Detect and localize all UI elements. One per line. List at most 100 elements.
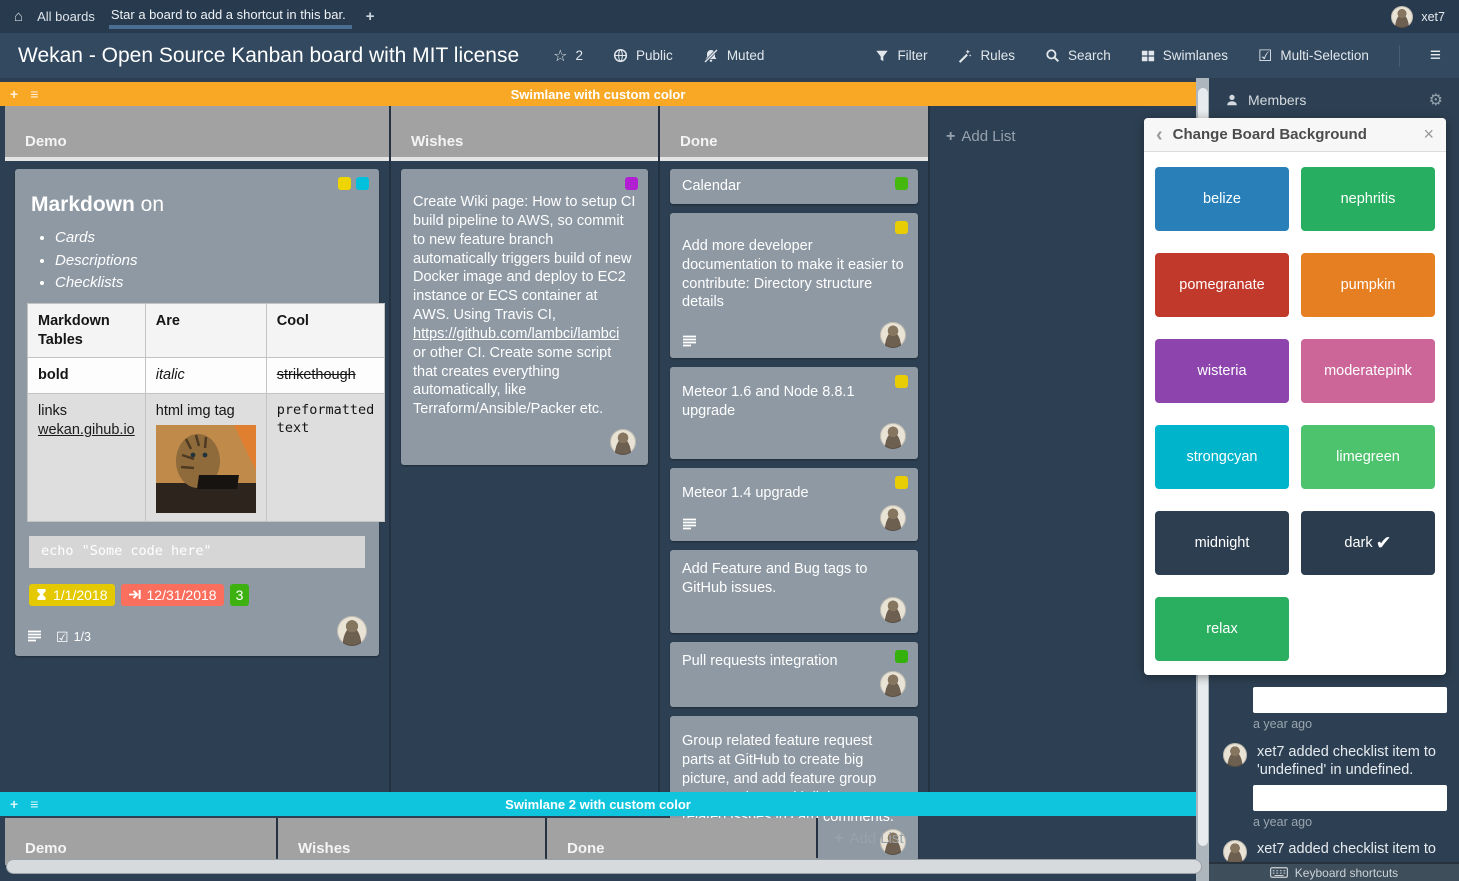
swimlanes-button[interactable]: Swimlanes (1141, 48, 1228, 63)
swatch-dark[interactable]: dark✔ (1301, 511, 1435, 575)
member-avatar[interactable] (337, 616, 367, 646)
card-label-chips (895, 476, 908, 489)
swatch-nephritis[interactable]: nephritis (1301, 167, 1435, 231)
list-done-2-header[interactable]: Done (547, 818, 816, 865)
cat-photo (156, 425, 256, 513)
list-done-2: Done (547, 818, 818, 858)
user-avatar[interactable] (1391, 6, 1413, 28)
filter-label: Filter (897, 48, 927, 63)
card-create-wiki[interactable]: Create Wiki page: How to setup CI build … (401, 169, 648, 465)
star-icon: ☆ (553, 46, 567, 66)
card-title: Add more developer documentation to make… (682, 237, 906, 312)
list-wishes-2-header[interactable]: Wishes (278, 818, 545, 865)
swimlane-1-title[interactable]: Swimlane with custom color (0, 87, 1196, 102)
label-chip-purple[interactable] (625, 177, 638, 190)
all-boards-link[interactable]: All boards (37, 9, 95, 24)
selected-check-icon: ✔ (1376, 532, 1392, 555)
swatch-strongcyan[interactable]: strongcyan (1155, 425, 1289, 489)
label-chip-green[interactable] (895, 650, 908, 663)
table-cell-italic: italic (145, 358, 266, 394)
checklist-badge: ☑ 1/3 (56, 628, 91, 646)
markdown-bullet-list: Cards Descriptions Checklists (27, 228, 367, 293)
activity-entry: xet7 added checklist item to (1223, 840, 1449, 864)
swatch-wisteria[interactable]: wisteria (1155, 339, 1289, 403)
card-label-chips (895, 221, 908, 234)
board-menu-icon[interactable]: ≡ (1430, 45, 1441, 67)
swatch-label: wisteria (1197, 363, 1246, 379)
sidebar-header: Members ⚙ (1209, 86, 1459, 114)
card-footer (413, 429, 636, 455)
list-wishes-2: Wishes (278, 818, 547, 858)
star-board-button[interactable]: ☆ 2 (553, 46, 583, 66)
card-markdown[interactable]: Markdown on Cards Descriptions Checklist… (15, 169, 379, 656)
card-title: Calendar (682, 178, 741, 194)
add-list-label: Add List (849, 830, 903, 847)
wekan-link[interactable]: wekan.gihub.io (38, 422, 135, 438)
swatch-belize[interactable]: belize (1155, 167, 1289, 231)
list-demo-header[interactable]: Demo (5, 106, 389, 161)
add-list-button-2[interactable]: +Add List (818, 818, 1196, 848)
card-meteor-14[interactable]: Meteor 1.4 upgrade (670, 468, 918, 541)
swimlane-2-title[interactable]: Swimlane 2 with custom color (0, 797, 1196, 812)
filter-icon (875, 49, 889, 63)
comment-input[interactable] (1253, 687, 1447, 713)
home-icon[interactable]: ⌂ (14, 8, 23, 25)
label-chip-green[interactable] (895, 177, 908, 190)
due-date-badge[interactable]: 12/31/2018 (121, 584, 224, 606)
start-date-badge[interactable]: 1/1/2018 (29, 584, 115, 606)
label-chip-yellow[interactable] (895, 476, 908, 489)
muted-button[interactable]: Muted (703, 48, 765, 64)
card-meteor-16[interactable]: Meteor 1.6 and Node 8.8.1 upgrade (670, 367, 918, 459)
card-github-tags[interactable]: Add Feature and Bug tags to GitHub issue… (670, 550, 918, 634)
lambci-link[interactable]: https://github.com/lambci/lambci (413, 326, 619, 342)
add-list-label: Add List (961, 128, 1015, 145)
rules-button[interactable]: Rules (957, 48, 1015, 63)
filter-button[interactable]: Filter (875, 48, 927, 63)
card-title: Pull requests integration (682, 652, 906, 671)
back-chevron-icon[interactable]: ‹ (1156, 125, 1163, 145)
board-title: Wekan - Open Source Kanban board with MI… (18, 44, 519, 68)
user-menu[interactable]: xet7 (1391, 6, 1445, 28)
card-pull-requests[interactable]: Pull requests integration (670, 642, 918, 707)
swimlanes-grid-icon (1141, 49, 1155, 63)
search-button[interactable]: Search (1045, 48, 1111, 63)
description-icon (682, 335, 697, 348)
due-date: 12/31/2018 (147, 586, 217, 604)
keyboard-shortcuts-bar[interactable]: Keyboard shortcuts (1209, 862, 1459, 881)
activity-timestamp: a year ago (1253, 815, 1312, 829)
visibility-button[interactable]: Public (613, 48, 673, 63)
swatch-midnight[interactable]: midnight (1155, 511, 1289, 575)
multi-selection-button[interactable]: ☑ Multi-Selection (1258, 46, 1369, 66)
member-avatar[interactable] (880, 505, 906, 531)
list-done-header[interactable]: Done (660, 106, 928, 161)
horizontal-scrollbar[interactable] (6, 859, 1202, 874)
list-demo-2-header[interactable]: Demo (5, 818, 276, 865)
label-chip-yellow[interactable] (338, 177, 351, 190)
member-avatar[interactable] (880, 322, 906, 348)
list-wishes-header[interactable]: Wishes (391, 106, 658, 161)
member-avatar[interactable] (880, 597, 906, 623)
member-avatar[interactable] (880, 671, 906, 697)
swatch-pomegranate[interactable]: pomegranate (1155, 253, 1289, 317)
comment-input[interactable] (1253, 785, 1447, 811)
swatch-limegreen[interactable]: limegreen (1301, 425, 1435, 489)
close-icon[interactable]: × (1423, 124, 1434, 145)
member-avatar[interactable] (880, 423, 906, 449)
add-board-icon[interactable]: + (366, 8, 375, 25)
gear-icon[interactable]: ⚙ (1429, 90, 1443, 110)
title-bold: Markdown (31, 193, 135, 216)
swatch-moderatepink[interactable]: moderatepink (1301, 339, 1435, 403)
card-developer-docs[interactable]: Add more developer documentation to make… (670, 213, 918, 358)
label-chip-yellow[interactable] (895, 375, 908, 388)
code-block: echo "Some code here" (29, 536, 365, 568)
card-calendar[interactable]: Calendar (670, 169, 918, 204)
board-meta: ☆ 2 Public Muted (553, 46, 764, 66)
swatch-relax[interactable]: relax (1155, 597, 1289, 661)
label-chip-yellow[interactable] (895, 221, 908, 234)
activity-avatar[interactable] (1223, 840, 1247, 864)
checkbox-icon: ☑ (1258, 46, 1272, 66)
member-avatar[interactable] (610, 429, 636, 455)
swatch-pumpkin[interactable]: pumpkin (1301, 253, 1435, 317)
label-chip-cyan[interactable] (356, 177, 369, 190)
activity-avatar[interactable] (1223, 743, 1247, 767)
